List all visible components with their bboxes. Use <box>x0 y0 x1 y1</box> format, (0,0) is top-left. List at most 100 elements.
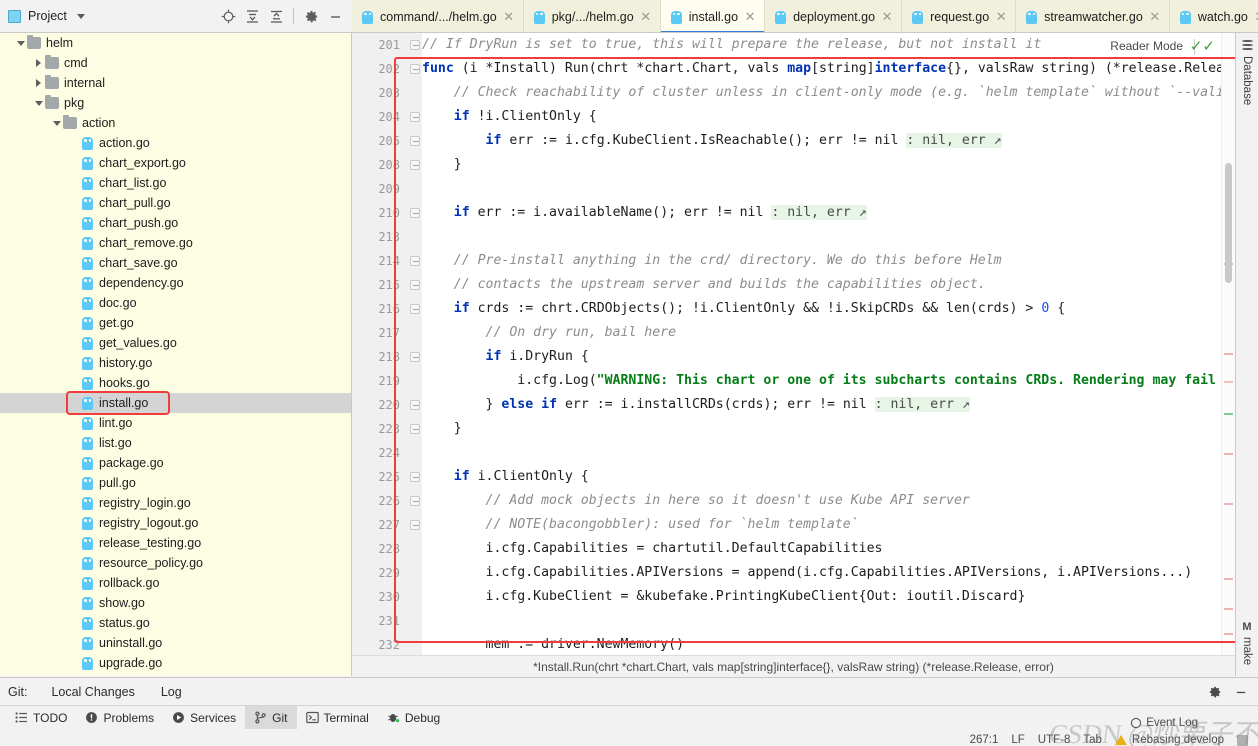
tree-file-upgrade-go[interactable]: upgrade.go <box>0 653 351 673</box>
indent-setting[interactable]: Tab <box>1083 734 1102 746</box>
tool-window-bar[interactable]: TODO Problems Services Git Terminal Debug <box>0 705 1258 730</box>
tool-window-services[interactable]: Services <box>163 706 245 730</box>
fold-marker[interactable] <box>410 112 420 122</box>
editor-tab-bar[interactable]: command/.../helm.go ✕ pkg/.../helm.go ✕ inst… <box>352 0 1258 33</box>
event-log-button[interactable]: Event Log <box>1130 717 1198 729</box>
code-line[interactable]: if !i.ClientOnly { <box>422 105 1235 129</box>
tree-file-history-go[interactable]: history.go <box>0 353 351 373</box>
project-tree[interactable]: helm cmd internal pkg action action.go chart_e… <box>0 33 352 676</box>
tree-file-chart_list-go[interactable]: chart_list.go <box>0 173 351 193</box>
code-line[interactable]: if i.ClientOnly { <box>422 465 1235 489</box>
tree-file-registry_login-go[interactable]: registry_login.go <box>0 493 351 513</box>
git-tab-local-changes[interactable]: Local Changes <box>41 680 144 708</box>
locate-icon[interactable] <box>217 5 239 27</box>
code-line[interactable]: func (i *Install) Run(chrt *chart.Chart,… <box>422 57 1235 81</box>
chevron-down-icon[interactable] <box>76 13 85 19</box>
gear-icon[interactable] <box>1206 683 1224 701</box>
project-panel-title[interactable]: Project <box>8 9 85 23</box>
code-line[interactable]: i.cfg.Capabilities.APIVersions = append(… <box>422 561 1235 585</box>
expand-all-icon[interactable] <box>241 5 263 27</box>
tree-file-doc-go[interactable]: doc.go <box>0 293 351 313</box>
code-line[interactable]: // Check reachability of cluster unless … <box>422 81 1235 105</box>
tree-file-resource_policy-go[interactable]: resource_policy.go <box>0 553 351 573</box>
tree-file-list-go[interactable]: list.go <box>0 433 351 453</box>
code-line[interactable] <box>422 441 1235 465</box>
close-icon[interactable]: ✕ <box>881 10 893 23</box>
close-icon[interactable]: ✕ <box>503 10 515 23</box>
fold-marker[interactable] <box>410 160 420 170</box>
chevron-right-icon[interactable] <box>32 59 45 67</box>
fold-marker[interactable] <box>410 472 420 482</box>
code-editor[interactable]: 201 202 203 204 205 208 209 210 213 214 215 216 217 2… <box>352 33 1235 676</box>
tree-file-get-go[interactable]: get.go <box>0 313 351 333</box>
chevron-right-icon[interactable] <box>32 79 45 87</box>
code-line[interactable]: // On dry run, bail here <box>422 321 1235 345</box>
inspection-ok-icon[interactable]: ✓✓ <box>1190 37 1215 55</box>
vcs-branch-widget[interactable]: Rebasing develop <box>1114 734 1224 746</box>
minimize-icon[interactable] <box>324 5 346 27</box>
error-stripe[interactable] <box>1224 453 1233 455</box>
line-separator[interactable]: LF <box>1011 734 1024 746</box>
fold-marker[interactable] <box>410 40 420 50</box>
minimize-icon[interactable] <box>1232 683 1250 701</box>
tool-window-terminal[interactable]: Terminal <box>297 706 378 730</box>
tool-window-debug[interactable]: Debug <box>378 706 449 730</box>
fold-marker[interactable] <box>410 352 420 362</box>
fold-marker[interactable] <box>410 304 420 314</box>
chevron-down-icon[interactable] <box>50 120 63 126</box>
tree-file-dependency-go[interactable]: dependency.go <box>0 273 351 293</box>
fold-marker[interactable] <box>410 256 420 266</box>
editor-tab-command-helm-go[interactable]: command/.../helm.go ✕ <box>352 0 524 32</box>
tree-file-rollback-go[interactable]: rollback.go <box>0 573 351 593</box>
error-stripe[interactable] <box>1224 503 1233 505</box>
code-content[interactable]: // If DryRun is set to true, this will p… <box>422 33 1235 676</box>
tree-file-package-go[interactable]: package.go <box>0 453 351 473</box>
code-line[interactable]: // Add mock objects in here so it doesn'… <box>422 489 1235 513</box>
gear-icon[interactable] <box>300 5 322 27</box>
code-line[interactable]: if err := i.availableName(); err != nil … <box>422 201 1235 225</box>
git-tab-log[interactable]: Log <box>151 680 192 703</box>
editor-tab-deployment-go[interactable]: deployment.go ✕ <box>765 0 903 32</box>
fold-marker[interactable] <box>410 400 420 410</box>
tree-file-lint-go[interactable]: lint.go <box>0 413 351 433</box>
close-icon[interactable]: ✕ <box>995 10 1007 23</box>
error-stripe[interactable] <box>1224 413 1233 415</box>
close-icon[interactable]: ✕ <box>1149 10 1161 23</box>
error-stripe-column[interactable] <box>1221 33 1235 676</box>
close-icon[interactable]: ✕ <box>1254 10 1258 23</box>
fold-marker[interactable] <box>410 496 420 506</box>
fold-marker[interactable] <box>410 424 420 434</box>
code-line[interactable]: mem := driver.NewMemory() <box>422 633 1235 657</box>
tree-file-get_values-go[interactable]: get_values.go <box>0 333 351 353</box>
code-line[interactable] <box>422 225 1235 249</box>
code-line[interactable]: } <box>422 153 1235 177</box>
code-line[interactable]: if crds := chrt.CRDObjects(); !i.ClientO… <box>422 297 1235 321</box>
code-line[interactable]: } else if err := i.installCRDs(crds); er… <box>422 393 1235 417</box>
tree-file-release_testing-go[interactable]: release_testing.go <box>0 533 351 553</box>
tree-folder-helm[interactable]: helm <box>0 33 351 53</box>
fold-marker[interactable] <box>410 208 420 218</box>
right-tool-strip[interactable]: Database M make <box>1235 33 1258 676</box>
tool-window-git[interactable]: Git <box>245 705 297 730</box>
tree-file-show-go[interactable]: show.go <box>0 593 351 613</box>
error-stripe[interactable] <box>1224 353 1233 355</box>
editor-scrollbar-thumb[interactable] <box>1225 163 1232 283</box>
tree-folder-internal[interactable]: internal <box>0 73 351 93</box>
tool-window-todo[interactable]: TODO <box>6 706 76 730</box>
code-line[interactable]: if err := i.cfg.KubeClient.IsReachable()… <box>422 129 1235 153</box>
error-stripe[interactable] <box>1224 578 1233 580</box>
tree-file-registry_logout-go[interactable]: registry_logout.go <box>0 513 351 533</box>
code-line[interactable] <box>422 609 1235 633</box>
chevron-down-icon[interactable] <box>32 100 45 106</box>
code-line[interactable]: } <box>422 417 1235 441</box>
tool-window-problems[interactable]: Problems <box>76 706 163 730</box>
tree-file-uninstall-go[interactable]: uninstall.go <box>0 633 351 653</box>
memory-indicator[interactable] <box>1237 734 1248 746</box>
chevron-down-icon[interactable] <box>14 40 27 46</box>
editor-tab-streamwatcher-go[interactable]: streamwatcher.go ✕ <box>1016 0 1170 32</box>
right-tab-database[interactable]: Database <box>1241 37 1253 108</box>
fold-marker[interactable] <box>410 136 420 146</box>
code-line[interactable]: i.cfg.Capabilities = chartutil.DefaultCa… <box>422 537 1235 561</box>
close-icon[interactable]: ✕ <box>744 10 756 23</box>
collapse-all-icon[interactable] <box>265 5 287 27</box>
